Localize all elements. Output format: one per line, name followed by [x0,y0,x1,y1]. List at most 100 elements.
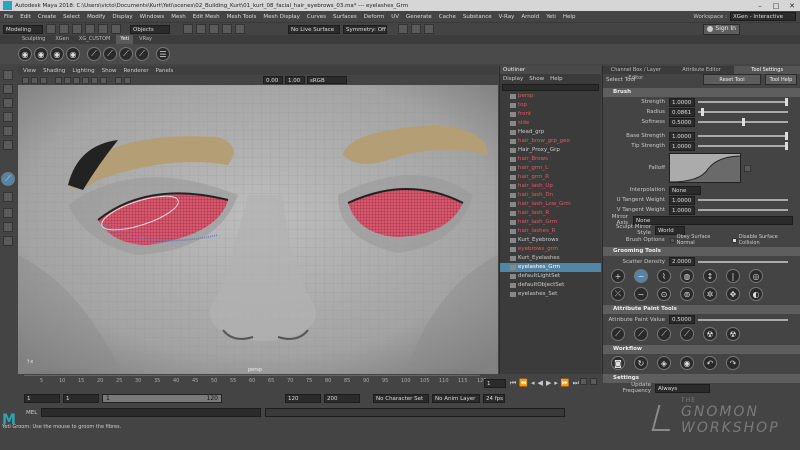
wf-redo-icon[interactable]: ↷ [726,356,740,370]
groom-smooth-icon[interactable]: ∼ [634,287,648,301]
outliner-item[interactable]: hair_lash_Up [500,182,601,191]
wf-camera-icon[interactable]: ◙ [611,356,625,370]
start-frame-field[interactable]: 1 [24,394,60,403]
update-frequency-select[interactable]: Always [655,383,710,393]
outliner-item[interactable]: hair_brow_grp_geo [500,137,601,146]
viewport-menu-lighting[interactable]: Lighting [72,68,94,74]
wf-freeze-icon[interactable]: ◈ [657,356,671,370]
obey-normal-checkbox[interactable] [669,237,675,243]
disable-collision-checkbox[interactable] [731,237,737,243]
play-icon[interactable]: ▶ [546,379,551,387]
select-obj-icon[interactable] [111,24,121,34]
anim-end-field[interactable]: 200 [324,394,360,403]
workflow-section[interactable]: Workflow [603,345,800,354]
workspace-select[interactable]: XGen - Interactive Groom* [730,12,796,28]
menu-item-modify[interactable]: Modify [87,14,105,20]
viewport-scene[interactable]: ↑x persp [18,85,498,374]
yeti-grm2-icon[interactable]: ◉ [34,47,48,61]
brush-section[interactable]: Brush [603,88,800,97]
minimize-button[interactable]: – [752,2,768,10]
exposure-field[interactable]: 0.00 [263,76,283,84]
scale-tool-icon[interactable] [3,140,13,150]
outliner-item[interactable]: hair_lash_R [500,209,601,218]
yeti-brush2-icon[interactable]: ⟋ [103,47,117,61]
close-button[interactable]: ✕ [784,2,800,10]
snap-view-icon[interactable] [222,24,232,34]
paint-smooth-icon[interactable]: ⟋ [680,327,694,341]
right-tab-channel-box-layer-editor[interactable]: Channel Box / Layer Editor [603,66,669,81]
rotate-tool-icon[interactable] [3,126,13,136]
interp-select[interactable]: None [669,185,701,195]
outliner-item[interactable]: top [500,101,601,110]
menu-item-uv[interactable]: UV [391,14,399,20]
go-start-icon[interactable]: ⏮ [510,379,516,388]
paint-brush-icon[interactable]: ⟋ [611,327,625,341]
shelf-tab-sculpting[interactable]: Sculpting [18,35,49,44]
gamma-field[interactable]: 1.00 [285,76,305,84]
wireframe-icon[interactable] [64,76,71,84]
fps-select[interactable]: 24 fps [483,394,505,403]
range-bar[interactable]: 1 120 [102,394,222,403]
outliner-item[interactable]: hair_lashes_R [500,227,601,236]
groom-attract-icon[interactable]: ◎ [749,269,763,283]
menu-item-edit-mesh[interactable]: Edit Mesh [193,14,220,20]
outliner-item[interactable]: Hair_Proxy_Grp [500,146,601,155]
brush-field-value[interactable]: 1.0000 [669,141,695,151]
yeti-brush-icon[interactable]: ⟋ [87,47,101,61]
step-fwd-icon[interactable]: ⏩ [561,379,570,387]
end-frame-field[interactable]: 120 [285,394,321,403]
reset-tool-button[interactable]: Reset Tool [703,74,761,85]
outliner-item[interactable]: defaultLightSet [500,272,601,281]
scatter-slider[interactable] [698,260,788,263]
viewport-menu-renderer[interactable]: Renderer [123,68,148,74]
outliner-item[interactable]: hair_lash_Dn [500,191,601,200]
redo-icon[interactable] [85,24,95,34]
maximize-button[interactable]: □ [768,2,784,10]
paint-select-icon[interactable] [3,98,13,108]
brush-field-slider[interactable] [698,98,788,106]
paint-flood-icon[interactable]: ☢ [703,327,717,341]
key-fwd-icon[interactable]: ▸ [554,379,558,387]
symmetry-select[interactable]: Symmetry: Off [343,24,387,34]
menu-item-mesh[interactable]: Mesh [171,14,185,20]
menu-item-display[interactable]: Display [112,14,132,20]
attr-paint-slider[interactable] [698,318,788,321]
yeti-grm3-icon[interactable]: ◉ [50,47,64,61]
wf-undo-icon[interactable]: ↶ [703,356,717,370]
yeti-grm4-icon[interactable]: ◉ [66,47,80,61]
menu-item-help[interactable]: Help [563,14,576,20]
menu-item-generate[interactable]: Generate [406,14,432,20]
wf-lock-icon[interactable]: ◉ [680,356,694,370]
falloff-curve[interactable] [669,153,741,183]
slider-handle[interactable] [741,118,745,126]
curve-icon[interactable] [744,164,751,172]
snap-grid-icon[interactable] [183,24,193,34]
groom-select-icon[interactable]: ◐ [749,287,763,301]
menu-item-file[interactable]: File [4,14,13,20]
outliner-item[interactable]: eyelashes_Grm [500,263,601,272]
slider-handle[interactable] [785,98,788,106]
groom-clump-icon[interactable]: ✲ [703,287,717,301]
slider-handle[interactable] [701,108,705,116]
open-icon[interactable] [46,24,56,34]
menu-item-yeti[interactable]: Yeti [546,14,556,20]
shelf-tab-vray[interactable]: VRay [135,35,156,44]
anim-layer-select[interactable]: No Anim Layer [432,394,480,403]
shelf-tab-xgen[interactable]: XGen [51,35,73,44]
menu-item-cache[interactable]: Cache [439,14,456,20]
brush-field-value[interactable]: 0.5000 [669,117,695,127]
key-icon[interactable] [580,378,587,385]
live-surface[interactable]: No Live Surface [288,24,340,34]
wf-refresh-icon[interactable]: ↻ [634,356,648,370]
smooth-shade-icon[interactable] [73,76,80,84]
u-tangent-slider[interactable] [698,199,788,201]
viewport-menu-show[interactable]: Show [102,68,117,74]
yeti-comb-icon[interactable]: ☰ [156,47,170,61]
groom-move-icon[interactable]: ✥ [726,287,740,301]
layout-outliner-icon[interactable] [3,236,13,246]
outliner-item[interactable]: hair_grm_L [500,164,601,173]
slider-handle[interactable] [785,132,788,140]
menu-item-surfaces[interactable]: Surfaces [333,14,357,20]
ipr-icon[interactable] [411,24,421,34]
outliner-item[interactable]: eyelashes_Set [500,290,601,299]
